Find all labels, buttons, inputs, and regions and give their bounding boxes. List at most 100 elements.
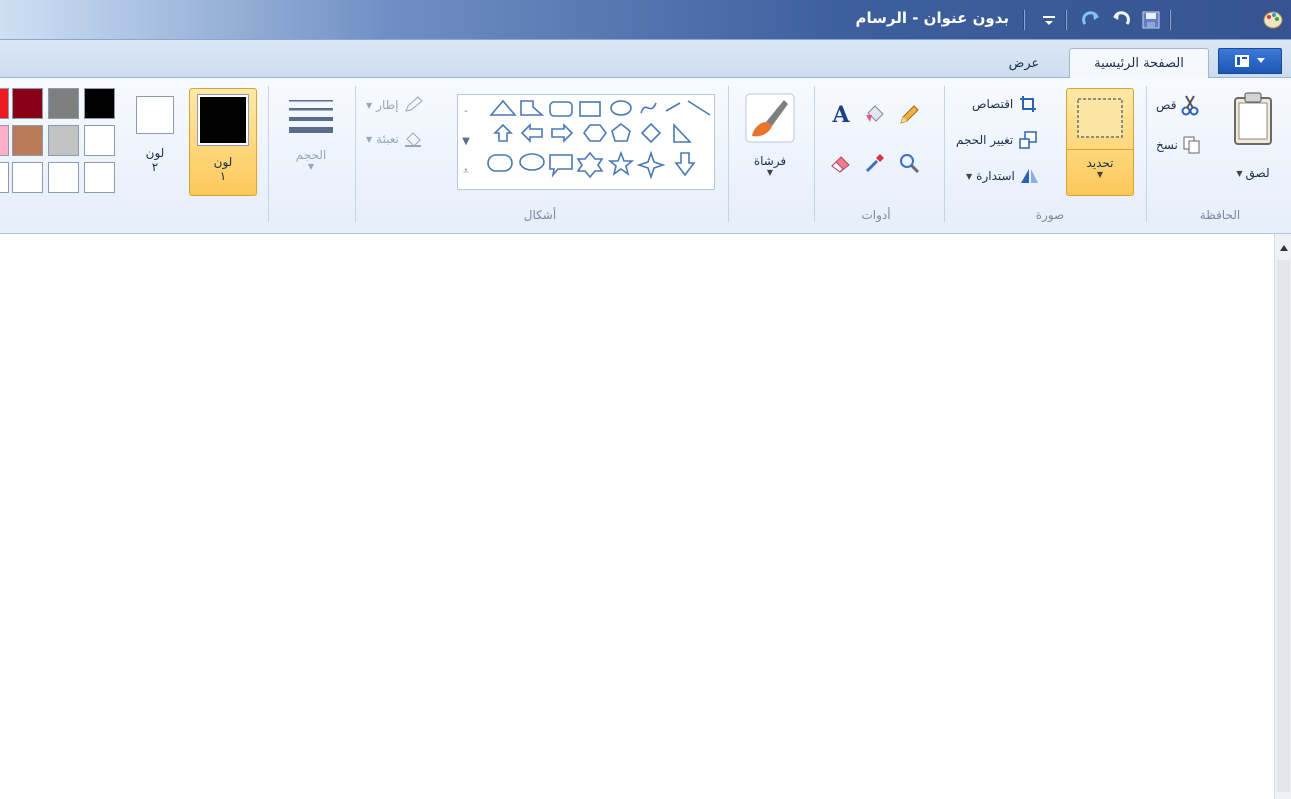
- rotate-label: استدارة: [976, 169, 1015, 183]
- color-picker-icon: [865, 154, 884, 173]
- magnifier-button[interactable]: [894, 148, 924, 178]
- crop-icon: [1020, 96, 1037, 112]
- copy-label: نسخ: [1156, 138, 1178, 152]
- resize-icon: [1019, 131, 1038, 149]
- outline-button[interactable]: ▼ إطار: [366, 94, 423, 116]
- save-icon: [1142, 11, 1160, 29]
- palette-rose[interactable]: [0, 125, 9, 156]
- color2-button[interactable]: لون ٢: [128, 90, 182, 196]
- save-button[interactable]: [1139, 8, 1163, 32]
- select-label: تحديد: [1086, 156, 1114, 170]
- size-button[interactable]: الحجم ▼: [280, 88, 342, 196]
- brushes-button[interactable]: فرشاة ▼: [738, 88, 802, 196]
- pencil-tool-button[interactable]: [894, 100, 924, 130]
- outline-label: إطار: [376, 98, 399, 112]
- paste-label: لصق: [1245, 166, 1270, 180]
- color2-label: لون: [145, 146, 165, 160]
- color1-button[interactable]: لون ١: [189, 88, 257, 196]
- palette-brown[interactable]: [12, 125, 43, 156]
- select-chevron-icon: ▼: [1096, 170, 1104, 179]
- redo-icon: [1082, 11, 1099, 25]
- undo-button[interactable]: [1109, 8, 1133, 32]
- tab-home[interactable]: الصفحة الرئيسية: [1069, 48, 1209, 78]
- palette-light-gray[interactable]: [48, 125, 79, 156]
- chevron-down-icon: [1257, 58, 1265, 63]
- quick-access-toolbar: [1021, 6, 1291, 34]
- selection-icon: [1077, 98, 1123, 138]
- palette-white[interactable]: [84, 125, 115, 156]
- ribbon: ▼ لصق قص نسخ الحافظة تحديد ▼ اقتصاص تغيي…: [0, 78, 1291, 234]
- vertical-scrollbar[interactable]: [1274, 234, 1291, 799]
- palette-gray[interactable]: [48, 88, 79, 119]
- outline-chevron-icon: ▼: [366, 100, 373, 110]
- scroll-up-icon: [1279, 245, 1288, 251]
- color-picker-button[interactable]: [860, 148, 890, 178]
- resize-label: تغيير الحجم: [956, 133, 1014, 147]
- palette-red[interactable]: [0, 88, 9, 119]
- undo-icon: [1113, 11, 1130, 25]
- shapes-scroll-up[interactable]: -: [459, 96, 473, 126]
- scissors-icon: [1181, 95, 1199, 116]
- brushes-chevron-icon: ▼: [766, 168, 774, 177]
- fill-button[interactable]: ▼ تعبئة: [366, 128, 423, 150]
- shapes-icons: [487, 99, 711, 180]
- clipboard-icon: [1234, 92, 1272, 145]
- paste-button[interactable]: ▼ لصق: [1225, 86, 1281, 196]
- ribbon-tabs: الصفحة الرئيسية عرض: [0, 40, 1291, 78]
- rotate-icon: [1020, 169, 1038, 183]
- palette-empty[interactable]: [0, 162, 9, 193]
- tab-view[interactable]: عرض: [981, 48, 1067, 78]
- paint-app-icon: [1261, 8, 1285, 32]
- brush-icon: [745, 93, 795, 143]
- text-tool-button[interactable]: A: [826, 100, 856, 130]
- clipboard-group-label: الحافظة: [1199, 208, 1241, 222]
- copy-icon: [1183, 136, 1200, 154]
- rotate-button[interactable]: ▼ استدارة: [966, 164, 1039, 188]
- copy-button[interactable]: نسخ: [1156, 132, 1202, 158]
- line-size-icon: [289, 100, 333, 133]
- redo-button[interactable]: [1079, 8, 1103, 32]
- pencil-icon: [900, 105, 919, 124]
- cut-label: قص: [1156, 98, 1177, 112]
- color1-number: ١: [219, 169, 227, 183]
- color2-number: ٢: [151, 160, 159, 174]
- paint-menu-button[interactable]: [1218, 48, 1282, 74]
- fill-bucket-icon: [866, 105, 884, 122]
- shapes-expand[interactable]: ⩡: [459, 156, 473, 186]
- title-bar: بدون عنوان - الرسام: [0, 0, 1291, 40]
- eraser-tool-button[interactable]: [826, 148, 856, 178]
- fill-tool-button[interactable]: [860, 100, 890, 130]
- palette-empty[interactable]: [48, 162, 79, 193]
- menu-document-icon: [1235, 55, 1249, 67]
- size-chevron-icon: ▼: [307, 162, 315, 171]
- cut-button[interactable]: قص: [1156, 92, 1200, 118]
- palette-dark-red[interactable]: [12, 88, 43, 119]
- drawing-canvas[interactable]: [0, 234, 1291, 799]
- image-group-label: صورة: [1035, 208, 1065, 222]
- palette-empty[interactable]: [84, 162, 115, 193]
- customize-toolbar-button[interactable]: [1037, 8, 1061, 32]
- brushes-label: فرشاة: [753, 154, 787, 168]
- color1-swatch: [197, 94, 249, 146]
- paint-window: بدون عنوان - الرسام الصفحة الرئيسية عرض …: [0, 0, 1291, 799]
- crop-button[interactable]: اقتصاص: [972, 92, 1037, 116]
- fill-bucket-small-icon: [404, 132, 421, 147]
- paste-chevron-icon: ▼: [1236, 168, 1243, 178]
- magnifier-icon: [900, 154, 920, 174]
- eraser-icon: [831, 156, 850, 173]
- shapes-scroll-down[interactable]: ▼: [459, 126, 473, 156]
- shapes-group-label: أشكال: [523, 208, 557, 222]
- scroll-thumb[interactable]: [1277, 260, 1290, 792]
- palette-empty[interactable]: [12, 162, 43, 193]
- fill-chevron-icon: ▼: [366, 134, 373, 144]
- crop-label: اقتصاص: [972, 97, 1014, 111]
- select-button[interactable]: تحديد ▼: [1066, 88, 1134, 196]
- scroll-up-button[interactable]: [1277, 240, 1290, 256]
- shapes-gallery: [457, 94, 715, 190]
- dropdown-icon: [1043, 16, 1055, 25]
- palette-black[interactable]: [84, 88, 115, 119]
- resize-button[interactable]: تغيير الحجم: [956, 128, 1038, 152]
- text-icon: A: [832, 102, 850, 128]
- window-title: بدون عنوان - الرسام: [855, 9, 1009, 27]
- color2-swatch: [136, 96, 174, 134]
